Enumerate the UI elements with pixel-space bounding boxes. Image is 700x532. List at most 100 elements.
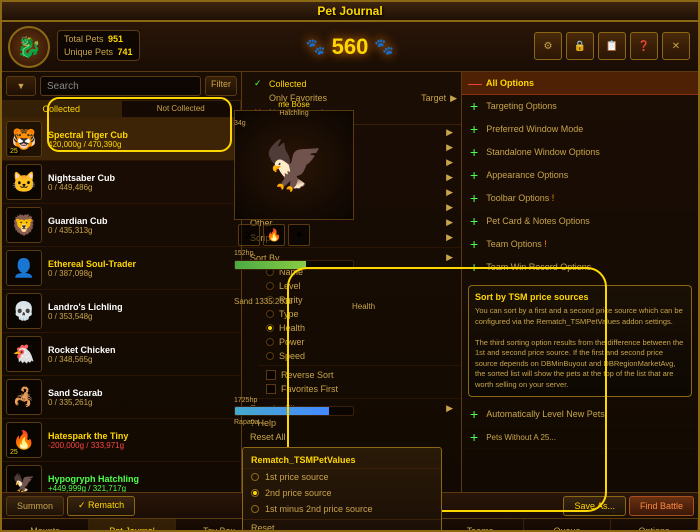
save-as-button[interactable]: Save As... — [563, 496, 626, 516]
summon-button[interactable]: Summon — [6, 496, 64, 516]
list-item[interactable]: 🐯 25 Spectral Tiger Cub 420,000g / 470,3… — [2, 118, 241, 161]
plus-icon: + — [470, 167, 478, 183]
sort-level[interactable]: Level — [258, 279, 461, 293]
pet-price: 0 / 353,548g — [48, 312, 237, 321]
pet-info: Hatespark the Tiny -200,000g / 333,971g — [48, 431, 237, 450]
menu-item-reset-all[interactable]: Reset All — [242, 430, 461, 444]
tsm-option-2[interactable]: 2nd price source — [243, 485, 441, 501]
plus-icon: + — [470, 236, 478, 252]
radio-type — [266, 310, 274, 318]
tab-teams[interactable]: Teams — [437, 519, 524, 532]
option-auto-level[interactable]: + Automatically Level New Pets — [462, 403, 698, 426]
option-targeting[interactable]: + Targeting Options — [462, 95, 698, 118]
sort-health[interactable]: Health — [258, 321, 461, 335]
hp-bar-area-2: 1725hp Rapana... — [234, 397, 354, 426]
option-appearance[interactable]: + Appearance Options — [462, 164, 698, 187]
option-window-mode[interactable]: + Preferred Window Mode — [462, 118, 698, 141]
list-item[interactable]: 🔥 25 Hatespark the Tiny -200,000g / 333,… — [2, 419, 241, 462]
pet-counter: 560 — [332, 34, 369, 60]
sort-power-label: Power — [279, 337, 305, 347]
list-item[interactable]: 👤 Ethereal Soul-Trader 0 / 387,098g — [2, 247, 241, 290]
list-item[interactable]: 🦂 Sand Scarab 0 / 335,261g — [2, 376, 241, 419]
health-label: Health — [352, 302, 375, 311]
main-window: Pet Journal 🐉 Total Pets 951 Unique Pets… — [0, 0, 700, 532]
list-item[interactable]: 🦅 Hypogryph Hatchling +449,999g / 321,71… — [2, 462, 241, 492]
option-pet-card[interactable]: + Pet Card & Notes Options — [462, 210, 698, 233]
arrow-icon: ▶ — [446, 232, 453, 243]
option-toolbar[interactable]: + Toolbar Options ! — [462, 187, 698, 210]
plus-icon: + — [470, 259, 478, 275]
ability-icon-1[interactable]: ⚔ — [238, 224, 260, 246]
filter-dropdown[interactable]: ▼ — [6, 76, 36, 96]
tab-mounts[interactable]: Mounts — [2, 519, 89, 532]
menu-item-collected[interactable]: ✓ Collected — [246, 76, 413, 91]
pet-name: Landro's Lichling — [48, 302, 237, 312]
pet-name: Spectral Tiger Cub — [48, 130, 237, 140]
option-label: Team Options ! — [486, 239, 690, 249]
pet-level-label: 34g — [234, 120, 246, 127]
sand-label: Sand 1335.2618 — [234, 297, 293, 306]
pet-portrait: 🦂 — [6, 379, 42, 415]
find-battle-button[interactable]: Find Battle — [629, 496, 694, 516]
filter-button[interactable]: Filter — [205, 76, 237, 96]
option-without-a25[interactable]: + Pets Without A 25... — [462, 426, 698, 449]
left-panel: ▼ Search Filter Collected Not Collected … — [2, 72, 242, 492]
list-item[interactable]: 🦁 Guardian Cub 0 / 435,313g — [2, 204, 241, 247]
minus-icon: — — [468, 75, 482, 91]
pet-list: 🐯 25 Spectral Tiger Cub 420,000g / 470,3… — [2, 118, 241, 492]
plus-icon: + — [470, 190, 478, 206]
sort-level-label: Level — [279, 281, 301, 291]
hp-bar-1 — [234, 260, 354, 270]
option-team[interactable]: + Team Options ! — [462, 233, 698, 256]
hp2-label: 1725hp — [234, 397, 257, 404]
close-button[interactable]: ✕ — [662, 32, 690, 60]
pet-portrait: 🐔 — [6, 336, 42, 372]
favorites-first[interactable]: Favorites First — [258, 382, 461, 396]
unique-pets-label: Unique Pets 741 — [64, 46, 133, 59]
option-team-win[interactable]: + Team Win Record Options — [462, 256, 698, 279]
pet-price: 0 / 435,313g — [48, 226, 237, 235]
header-area: 🐉 Total Pets 951 Unique Pets 741 🐾 560 🐾… — [2, 22, 698, 72]
radio-speed — [266, 352, 274, 360]
tab-collected[interactable]: Collected — [2, 101, 122, 117]
top-icon-1[interactable]: ⚙ — [534, 32, 562, 60]
rematch-button[interactable]: ✓ Rematch — [67, 496, 135, 516]
window-title: Pet Journal — [317, 4, 382, 18]
pet-preview-species: Hatchling — [234, 110, 354, 117]
reverse-sort[interactable]: Reverse Sort — [258, 368, 461, 382]
top-icon-2[interactable]: 🔒 — [566, 32, 594, 60]
pet-name: Nightsaber Cub — [48, 173, 237, 183]
avatar: 🐉 — [8, 26, 50, 68]
option-label: Automatically Level New Pets — [486, 409, 690, 419]
search-placeholder: Search — [47, 81, 79, 92]
tab-queue[interactable]: Queue — [524, 519, 611, 532]
option-standalone[interactable]: + Standalone Window Options — [462, 141, 698, 164]
paw-right-icon: 🐾 — [374, 37, 394, 57]
tab-options[interactable]: Options — [611, 519, 698, 532]
list-item[interactable]: 🐱 Nightsaber Cub 0 / 449,486g — [2, 161, 241, 204]
pet-info: Nightsaber Cub 0 / 449,486g — [48, 173, 237, 192]
sort-speed[interactable]: Speed — [258, 349, 461, 363]
pet-ability-icons: ⚔ 🔥 ✦ — [238, 224, 310, 246]
list-item[interactable]: 💀 Landro's Lichling 0 / 353,548g — [2, 290, 241, 333]
tsm-option-1[interactable]: 1st price source — [243, 469, 441, 485]
pet-price: 0 / 335,261g — [48, 398, 237, 407]
checkbox-reverse — [266, 370, 276, 380]
sort-speed-label: Speed — [279, 351, 305, 361]
tsm-option-3[interactable]: 1st minus 2nd price source — [243, 501, 441, 517]
hp-fill-1 — [235, 261, 306, 269]
pet-portrait: 🐱 — [6, 164, 42, 200]
ability-icon-2[interactable]: 🔥 — [263, 224, 285, 246]
sort-power[interactable]: Power — [258, 335, 461, 349]
search-input-wrap[interactable]: Search — [40, 76, 201, 96]
top-icon-3[interactable]: 📋 — [598, 32, 626, 60]
list-item[interactable]: 🐔 Rocket Chicken 0 / 348,565g — [2, 333, 241, 376]
checkbox-favorites — [266, 384, 276, 394]
pet-info: Landro's Lichling 0 / 353,548g — [48, 302, 237, 321]
tab-pet-journal[interactable]: Pet Journal — [89, 519, 176, 532]
top-icon-4[interactable]: ❓ — [630, 32, 658, 60]
option-label: Appearance Options — [486, 170, 690, 180]
ability-icon-3[interactable]: ✦ — [288, 224, 310, 246]
option-label: Preferred Window Mode — [486, 124, 690, 134]
hp1-label: 152hp — [234, 250, 253, 257]
